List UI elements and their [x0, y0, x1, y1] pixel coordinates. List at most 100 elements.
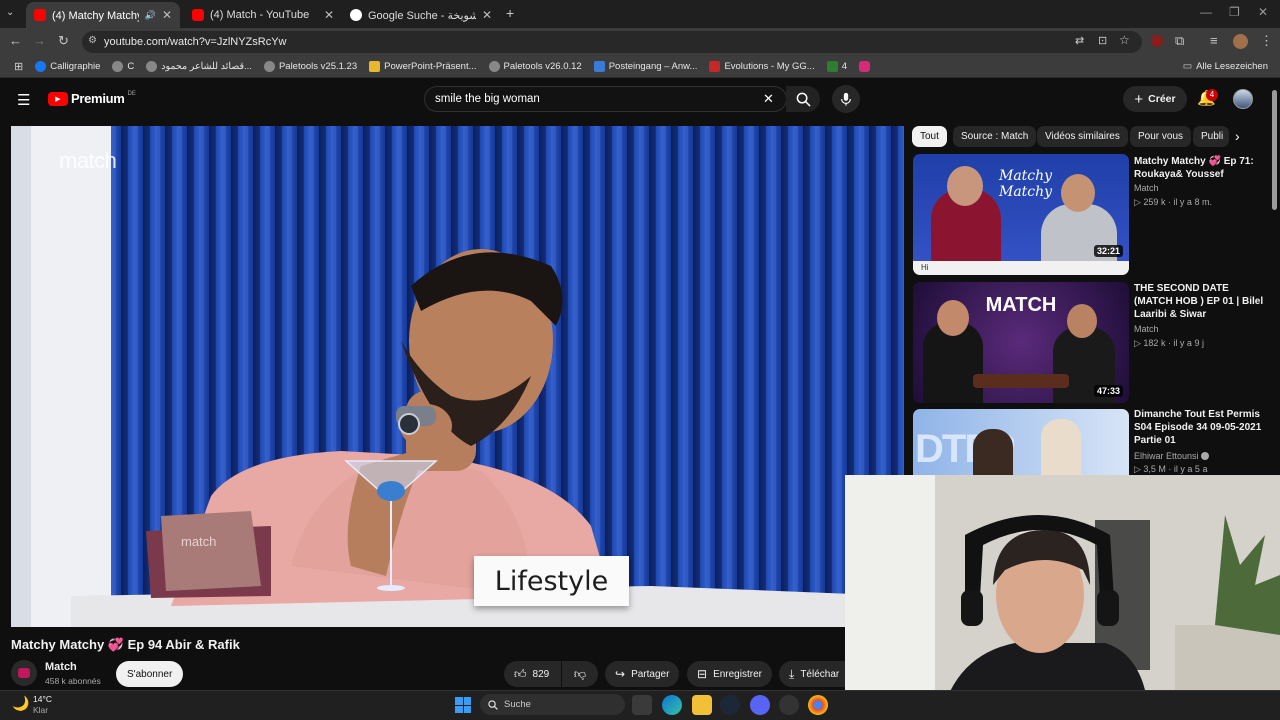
- translate-icon[interactable]: ⇄: [1075, 34, 1084, 47]
- chrome-icon[interactable]: [808, 695, 828, 715]
- close-window-icon[interactable]: ✕: [1258, 5, 1268, 19]
- taskbar-search[interactable]: Suche: [480, 694, 625, 715]
- weather-condition: Klar: [33, 705, 49, 715]
- related-thumbnail-3[interactable]: DTEP: [913, 409, 1129, 475]
- reload-icon[interactable]: ↻: [58, 33, 69, 49]
- save-button[interactable]: ⊟ Enregistrer: [687, 661, 772, 687]
- weather-moon-icon[interactable]: 🌙: [12, 695, 29, 712]
- notification-count-badge: 4: [1206, 89, 1218, 101]
- site-info-icon[interactable]: ⚙: [88, 35, 97, 46]
- install-app-icon[interactable]: ⊡: [1098, 34, 1107, 47]
- all-bookmarks[interactable]: ▭ Alle Lesezeichen: [1177, 61, 1274, 72]
- chip-for-you[interactable]: Pour vous: [1130, 126, 1192, 147]
- tab-google[interactable]: Google Suche - أنيس بن شويخة ✕: [342, 2, 500, 28]
- new-tab-icon[interactable]: +: [506, 5, 514, 21]
- bookmark-powerpoint[interactable]: PowerPoint-Präsent...: [363, 61, 482, 72]
- create-button[interactable]: + Créer: [1123, 86, 1187, 112]
- windows-start-icon[interactable]: [455, 697, 471, 713]
- like-button[interactable]: 👍︎ 829: [504, 661, 561, 687]
- weather-temperature[interactable]: 14°C: [33, 694, 52, 704]
- video-title: Matchy Matchy 💞 Ep 94 Abir & Rafik: [11, 637, 240, 652]
- profile-avatar[interactable]: [1233, 34, 1248, 49]
- related-meta-2: ▷ 182 k · il y a 9 j: [1134, 338, 1204, 348]
- address-bar[interactable]: ⚙ youtube.com/watch?v=JzlNYZsRcYw ⇄ ⊡ ☆: [82, 31, 1142, 53]
- forward-icon[interactable]: →: [33, 33, 46, 48]
- discord-icon[interactable]: [750, 695, 770, 715]
- chrome-menu-icon[interactable]: ⋮: [1260, 33, 1273, 49]
- tab-matchy[interactable]: (4) Matchy Matchy 💞 Ep 9 🔊 ✕: [26, 2, 180, 28]
- chip-similar-videos[interactable]: Vidéos similaires: [1037, 126, 1128, 147]
- close-tab-icon[interactable]: ✕: [324, 8, 334, 22]
- bookmark-star-icon[interactable]: ☆: [1119, 33, 1130, 47]
- scrollbar[interactable]: [1270, 80, 1280, 475]
- related-thumbnail-2[interactable]: MATCH 47:33: [913, 282, 1129, 403]
- channel-avatar[interactable]: [11, 660, 37, 686]
- chips-next-icon[interactable]: ›: [1235, 128, 1240, 144]
- related-thumbnail-1[interactable]: Matchy Matchy Hi 32:21: [913, 154, 1129, 275]
- minimize-icon[interactable]: —: [1200, 5, 1212, 19]
- maximize-icon[interactable]: ❐: [1229, 5, 1240, 19]
- back-icon[interactable]: ←: [9, 33, 22, 48]
- close-tab-icon[interactable]: ✕: [162, 8, 172, 22]
- globe-icon: [263, 61, 275, 72]
- tab-search-icon[interactable]: ⌄: [6, 7, 14, 18]
- tab-match-youtube[interactable]: (4) Match - YouTube ✕: [184, 2, 342, 28]
- bookmark-calligraphie[interactable]: Calligraphie: [29, 61, 106, 72]
- search-icon: [488, 699, 498, 710]
- bookmark-instagram[interactable]: [853, 61, 876, 72]
- file-explorer-icon[interactable]: [692, 695, 712, 715]
- thumb-face-left: [937, 300, 969, 336]
- lifestyle-placard: Lifestyle: [474, 556, 629, 606]
- speaker-icon[interactable]: 🔊: [145, 10, 156, 21]
- bookmark-c[interactable]: C: [106, 61, 140, 72]
- related-channel-2[interactable]: Match: [1134, 324, 1159, 334]
- subscribe-button[interactable]: S'abonner: [116, 661, 184, 687]
- bookmark-paletools-25[interactable]: Paletools v25.1.23: [258, 61, 363, 72]
- subscriber-count: 458 k abonnés: [45, 676, 101, 686]
- share-button[interactable]: ↪ Partager: [605, 661, 680, 687]
- match-logo-icon: [18, 668, 30, 678]
- clear-search-icon[interactable]: ✕: [763, 91, 774, 107]
- close-tab-icon[interactable]: ✕: [482, 8, 492, 22]
- dislike-button[interactable]: 👎︎: [562, 661, 598, 687]
- bookmark-paletools-26[interactable]: Paletools v26.0.12: [483, 61, 588, 72]
- search-button[interactable]: [786, 86, 820, 112]
- bookmark-posteingang[interactable]: Posteingang – Anw...: [588, 61, 704, 72]
- download-button[interactable]: ⤓ Téléchar: [779, 661, 845, 687]
- related-title-3[interactable]: Dimanche Tout Est Permis S04 Episode 34 …: [1134, 408, 1264, 447]
- voice-search-button[interactable]: [832, 85, 860, 113]
- bookmark-4[interactable]: 4: [821, 61, 853, 72]
- chip-all[interactable]: Tout: [912, 126, 947, 147]
- related-title-2[interactable]: THE SECOND DATE (MATCH HOB ) EP 01 | Bil…: [1134, 282, 1264, 321]
- youtube-logo[interactable]: ▶ Premium DE: [48, 91, 136, 106]
- video-player[interactable]: match match Lifestyle: [11, 126, 904, 627]
- download-icon: ⤓: [789, 666, 795, 681]
- chip-source-match[interactable]: Source : Match: [953, 126, 1037, 147]
- extensions-puzzle-icon[interactable]: ⧉: [1175, 33, 1184, 49]
- globe-icon: [488, 61, 500, 72]
- related-title-1[interactable]: Matchy Matchy 💞 Ep 71: Roukaya& Youssef: [1134, 155, 1264, 181]
- mail-icon: [593, 61, 605, 72]
- related-channel-1[interactable]: Match: [1134, 183, 1159, 193]
- extension-icon[interactable]: [1151, 35, 1163, 47]
- related-channel-3[interactable]: Elhiwar Ettounsi: [1134, 451, 1210, 461]
- youtube-favicon-icon: [34, 9, 46, 21]
- edge-icon[interactable]: [662, 695, 682, 715]
- channel-name[interactable]: Match: [45, 661, 77, 673]
- save-icon: ⊟: [697, 667, 708, 681]
- search-input[interactable]: smile the big woman ✕: [424, 86, 787, 112]
- webcam-overlay: [845, 475, 1280, 720]
- media-control-icon[interactable]: ≡: [1210, 33, 1218, 48]
- chart-icon: [826, 61, 838, 72]
- steam-icon[interactable]: [720, 695, 740, 715]
- app-icon[interactable]: [779, 695, 799, 715]
- hamburger-menu-icon[interactable]: ☰: [17, 91, 30, 109]
- bookmark-poems[interactable]: قصائد للشاعر محمود...: [140, 61, 258, 72]
- verified-icon: [1201, 452, 1210, 460]
- apps-grid-icon[interactable]: ⊞: [8, 60, 29, 73]
- related-meta-3: ▷ 3,5 M · il y a 5 a: [1134, 464, 1208, 474]
- task-view-icon[interactable]: [632, 695, 652, 715]
- bookmark-evolutions[interactable]: Evolutions - My GG...: [703, 61, 820, 72]
- account-avatar[interactable]: [1233, 89, 1253, 109]
- chip-published[interactable]: Publi: [1193, 126, 1229, 147]
